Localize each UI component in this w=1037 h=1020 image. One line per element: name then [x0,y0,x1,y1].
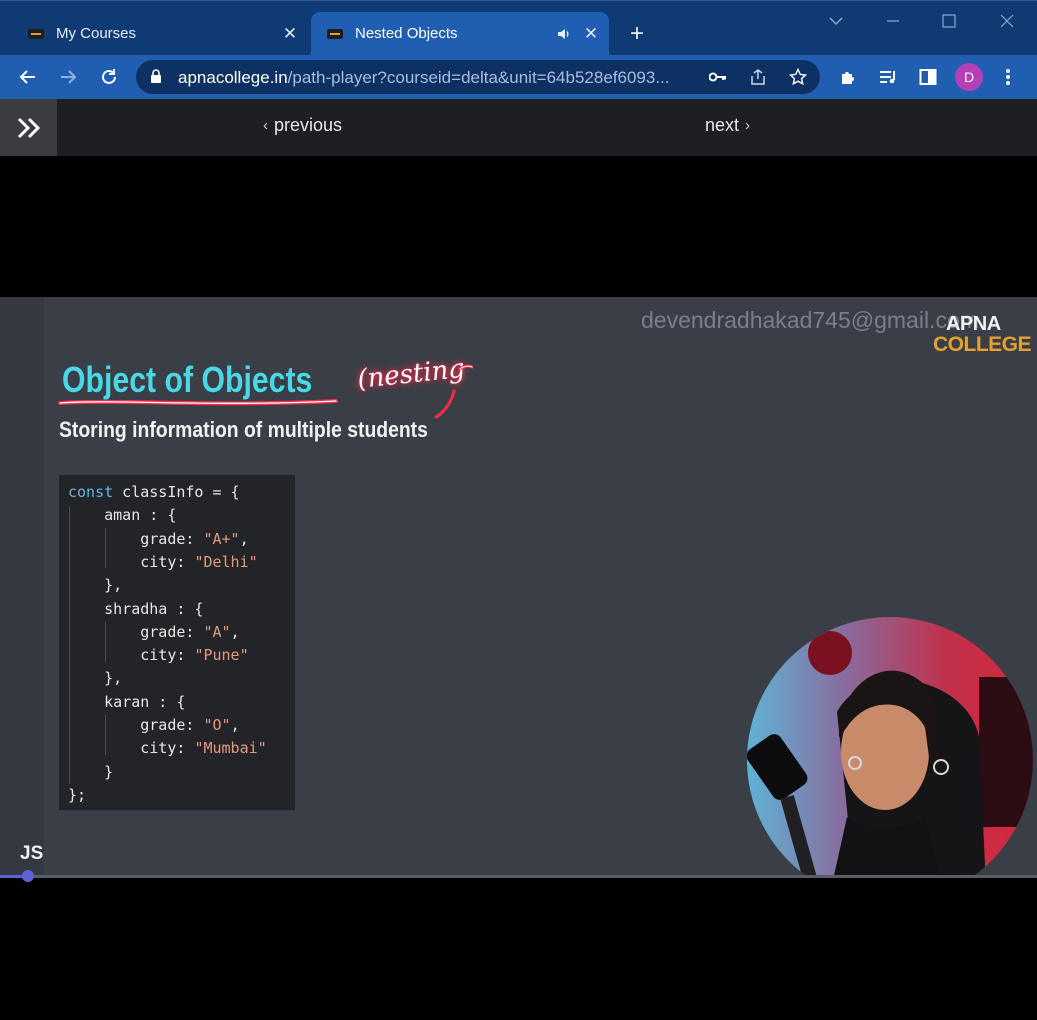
code-text: aman : { [68,506,177,525]
code-keyword: const [68,483,114,501]
code-text: city: [68,739,195,758]
browser-toolbar: apnacollege.in/path-player?courseid=delt… [0,55,1037,99]
expand-sidebar-button[interactable] [0,99,57,156]
code-string: "A" [203,622,231,641]
next-label: next [705,115,740,135]
close-tab-icon[interactable]: ✕ [280,24,300,44]
share-icon[interactable] [747,66,769,88]
tab-title: My Courses [56,25,137,42]
code-line: }, [68,575,122,595]
code-text: , [230,622,240,641]
code-text: }, [68,576,123,595]
code-text: grade: [68,529,204,548]
reload-icon[interactable] [95,63,123,91]
chevron-left-icon: ‹ [263,117,268,134]
double-chevron-right-icon [17,117,40,138]
code-string: "A+" [203,529,240,548]
code-line: city: "Pune" [68,645,249,665]
code-line: shradha : { [68,599,203,619]
code-line: grade: "O", [68,715,240,735]
course-nav-bar: ‹ previous next › [0,99,1037,156]
code-line: aman : { [68,505,176,525]
apna-college-favicon-icon [28,28,44,39]
code-line: }; [68,785,86,805]
back-arrow-icon[interactable] [14,63,42,91]
code-text: shradha : { [68,599,204,618]
maximize-icon[interactable] [929,9,969,33]
password-key-icon[interactable] [707,66,729,88]
address-bar[interactable]: apnacollege.in/path-player?courseid=delt… [136,60,820,94]
code-text: classInfo = { [113,483,240,501]
code-line: city: "Mumbai" [68,738,267,758]
apna-college-logo-sub: COLLEGE [933,333,1032,356]
code-text: karan : { [68,692,186,711]
code-block: const classInfo = { aman : { grade: "A+"… [59,475,295,810]
tab-my-courses[interactable]: My Courses ✕ [12,12,308,55]
email-watermark: devendradhakad745@gmail.com [641,307,979,333]
code-string: "Pune" [194,646,249,665]
tab-title: Nested Objects [355,25,458,42]
video-progress-bar[interactable] [0,870,1037,882]
lock-icon[interactable] [150,69,162,84]
more-menu-icon[interactable] [994,63,1022,91]
handwritten-annotation-stroke [434,364,474,419]
close-window-icon[interactable] [987,9,1027,33]
video-player[interactable]: devendradhakad745@gmail.com APNA COLLEGE… [0,297,1037,877]
code-text: grade: [68,716,204,734]
forward-arrow-icon[interactable] [54,63,82,91]
progress-scrubber-handle[interactable] [21,870,34,882]
previous-button[interactable]: ‹ previous [263,115,342,136]
code-text: } [68,762,114,781]
presenter-image [747,617,1033,877]
minimize-icon[interactable] [873,9,913,33]
code-text: city: [68,646,195,665]
code-text: }; [68,785,87,804]
media-queue-icon[interactable] [874,63,902,91]
tab-nested-objects[interactable]: Nested Objects ✕ [311,12,609,55]
code-line: karan : { [68,692,185,712]
chevron-right-icon: › [745,117,751,134]
code-text: , [239,529,249,548]
presenter-webcam [747,617,1033,877]
code-text: city: [68,552,195,571]
side-panel-icon[interactable] [914,63,942,91]
next-button[interactable]: next › [705,115,750,136]
code-line: grade: "A+", [68,529,249,549]
url-text[interactable]: apnacollege.in/path-player?courseid=delt… [178,68,670,88]
url-path: /path-player?courseid=delta&unit=64b528e… [287,68,670,87]
close-tab-icon[interactable]: ✕ [581,24,601,44]
slide-subtitle: Storing information of multiple students [59,417,428,442]
new-tab-plus-icon[interactable]: + [624,20,650,47]
section-label-js: JS [20,843,44,864]
code-string: "Mumbai" [194,739,267,758]
profile-avatar[interactable]: D [955,63,983,91]
tab-search-chevron-icon[interactable] [816,9,856,33]
browser-tab-strip: My Courses ✕ Nested Objects ✕ + [0,0,1037,55]
code-string: "Delhi" [194,552,258,571]
url-host: apnacollege.in [178,68,288,87]
code-line: } [68,762,113,782]
code-line: grade: "A", [68,622,240,642]
apna-college-favicon-icon [327,28,343,39]
code-text: grade: [68,622,204,641]
code-string: "O" [203,716,231,734]
code-line: city: "Delhi" [68,552,258,572]
slide-left-strip [0,297,44,877]
code-text: }, [68,669,123,688]
extensions-puzzle-icon[interactable] [834,63,862,91]
audio-playing-icon[interactable] [555,25,573,43]
code-text: , [230,716,240,734]
bookmark-star-icon[interactable] [787,66,809,88]
previous-label: previous [274,115,343,135]
red-underline-scribble [58,399,338,406]
code-line: }, [68,668,122,688]
code-line: const classInfo = { [68,482,240,502]
